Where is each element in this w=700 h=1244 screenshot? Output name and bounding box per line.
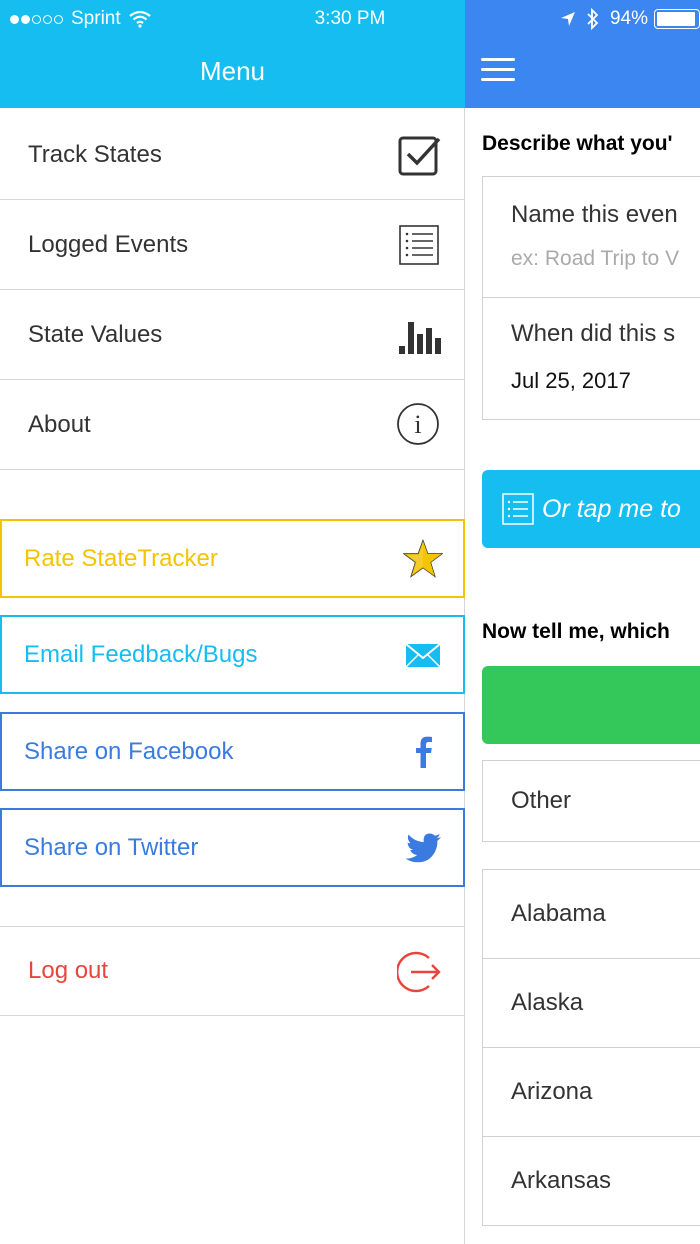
list-item-state[interactable]: Arkansas (483, 1137, 700, 1226)
list-item-state[interactable]: Arizona (483, 1048, 700, 1137)
menu-item-label: State Values (28, 320, 163, 348)
event-name-input[interactable]: ex: Road Trip to V (511, 247, 679, 271)
status-time: 3:30 PM (314, 8, 386, 29)
logout-label: Log out (28, 957, 109, 984)
bar-chart-icon (399, 322, 441, 354)
menu-item-state-values[interactable]: State Values (0, 290, 465, 380)
list-icon (502, 493, 534, 525)
facebook-icon (416, 736, 432, 768)
menu-item-label: About (28, 410, 91, 438)
list-icon (399, 225, 439, 265)
menu-item-label: Logged Events (28, 230, 189, 258)
twitter-icon (405, 833, 441, 863)
share-facebook-label: Share on Facebook (24, 737, 234, 765)
other-list: Other (482, 760, 700, 842)
envelope-icon (405, 643, 441, 668)
event-name-row[interactable]: Name this even ex: Road Trip to V (483, 177, 700, 298)
main-body: Describe what you' Name this even ex: Ro… (464, 108, 700, 1244)
list-item-other[interactable]: Other (483, 761, 700, 841)
list-item-state[interactable]: Alabama (483, 870, 700, 959)
states-list: Alabama Alaska Arizona Arkansas (482, 869, 700, 1226)
event-name-label: Name this even (511, 201, 678, 228)
share-twitter-label: Share on Twitter (24, 833, 199, 861)
green-action-button[interactable] (482, 666, 700, 744)
side-menu: Sprint Menu Track States Logged Events S… (0, 0, 465, 1244)
event-date-row[interactable]: When did this s Jul 25, 2017 (483, 298, 700, 419)
checkbox-icon (398, 136, 441, 176)
rate-app-label: Rate StateTracker (24, 544, 218, 572)
star-icon (403, 539, 443, 578)
describe-section-title: Describe what you' (482, 132, 673, 155)
email-feedback-label: Email Feedback/Bugs (24, 640, 258, 668)
event-date-label: When did this s (511, 320, 676, 347)
menu-item-label: Track States (28, 140, 162, 168)
list-item-state[interactable]: Alaska (483, 959, 700, 1048)
menu-item-track-states[interactable]: Track States (0, 110, 465, 200)
rate-app-button[interactable]: Rate StateTracker (0, 519, 465, 598)
email-feedback-button[interactable]: Email Feedback/Bugs (0, 615, 465, 694)
describe-form: Name this even ex: Road Trip to V When d… (482, 176, 700, 420)
states-section-title: Now tell me, which (482, 620, 670, 643)
info-icon: i (397, 403, 439, 445)
svg-text:i: i (414, 410, 421, 439)
share-facebook-button[interactable]: Share on Facebook (0, 712, 465, 791)
menu-item-about[interactable]: About i (0, 380, 465, 470)
menu-item-logged-events[interactable]: Logged Events (0, 200, 465, 290)
tap-button-label: Or tap me to (542, 494, 681, 523)
main-panel: 94% Describe what you' Name this even ex… (464, 0, 700, 1244)
event-date-value[interactable]: Jul 25, 2017 (511, 368, 631, 394)
tap-to-choose-button[interactable]: Or tap me to (482, 470, 700, 548)
share-twitter-button[interactable]: Share on Twitter (0, 808, 465, 887)
menu-title: Menu (199, 56, 266, 86)
logout-button[interactable]: Log out (0, 926, 465, 1016)
logout-icon (397, 951, 441, 993)
hamburger-menu-icon[interactable] (481, 58, 515, 84)
